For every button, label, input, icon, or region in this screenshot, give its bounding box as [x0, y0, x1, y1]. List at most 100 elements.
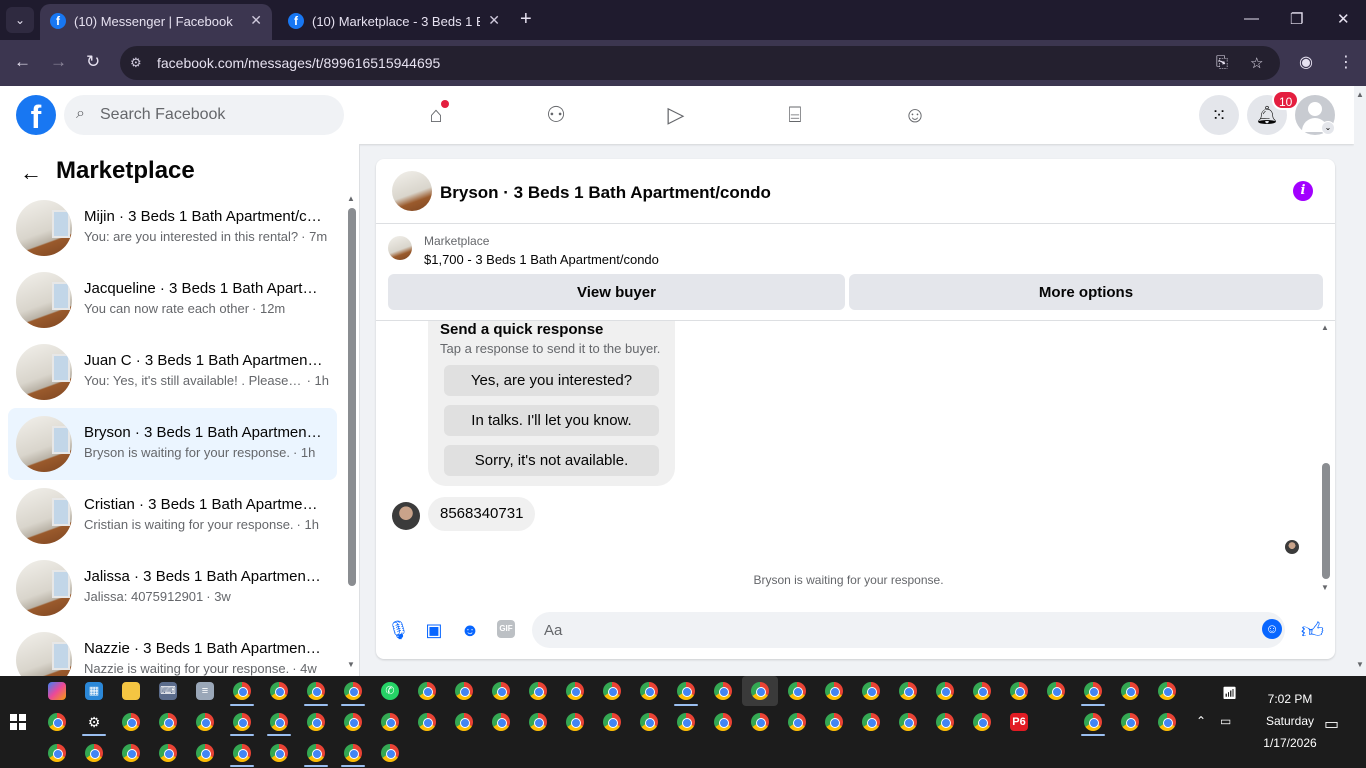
chrome-taskbar-icon[interactable] [603, 713, 621, 731]
chrome-taskbar-icon[interactable] [233, 682, 251, 700]
close-tab-icon[interactable]: ✕ [250, 12, 262, 29]
listing-title[interactable]: $1,700 - 3 Beds 1 Bath Apartment/condo [424, 252, 659, 267]
chrome-taskbar-icon[interactable] [529, 682, 547, 700]
scroll-down-arrow-icon[interactable]: ▼ [347, 660, 355, 669]
chrome-taskbar-icon[interactable] [825, 713, 843, 731]
scroll-up-arrow-icon[interactable]: ▲ [1356, 90, 1364, 99]
browser-tab-marketplace[interactable]: f (10) Marketplace - 3 Beds 1 Bat ✕ [278, 4, 510, 40]
video-icon[interactable]: ▷ [661, 100, 691, 130]
chrome-taskbar-icon[interactable] [270, 744, 288, 762]
chrome-taskbar-icon[interactable] [196, 713, 214, 731]
quick-response-not-available-button[interactable]: Sorry, it's not available. [444, 445, 659, 476]
chrome-taskbar-icon[interactable] [233, 713, 251, 731]
chrome-taskbar-icon[interactable] [1010, 682, 1028, 700]
address-bar[interactable]: ⚙ facebook.com/messages/t/89961651594469… [120, 46, 1280, 80]
tray-chevron-up-icon[interactable]: ⌃ [1196, 714, 1206, 728]
back-arrow-icon[interactable]: ← [20, 160, 42, 186]
facebook-logo-icon[interactable]: f [16, 95, 56, 135]
conversation-item-juan[interactable]: Juan C · 3 Beds 1 Bath Apartment/condo Y… [8, 336, 337, 408]
conversation-item-jalissa[interactable]: Jalissa · 3 Beds 1 Bath Apartment/condo … [8, 552, 337, 624]
keyboard-icon[interactable]: ⌨ [159, 682, 177, 700]
chat-title[interactable]: Bryson · 3 Beds 1 Bath Apartment/condo [440, 183, 771, 203]
scroll-down-arrow-icon[interactable]: ▼ [1321, 583, 1329, 592]
menu-grid-icon[interactable]: ⁙ [1199, 95, 1239, 135]
chrome-taskbar-icon[interactable] [1084, 682, 1102, 700]
chrome-taskbar-icon[interactable] [455, 713, 473, 731]
chrome-taskbar-icon[interactable] [122, 744, 140, 762]
restore-icon[interactable]: ❐ [1290, 10, 1303, 28]
chrome-taskbar-icon[interactable] [1158, 682, 1176, 700]
conversation-item-jacqueline[interactable]: Jacqueline · 3 Beds 1 Bath Apartment/con… [8, 264, 337, 336]
chrome-taskbar-icon[interactable] [677, 682, 695, 700]
friends-icon[interactable]: ⚇ [541, 100, 571, 130]
wifi-icon[interactable]: 📶︎ [1222, 686, 1237, 700]
sender-avatar[interactable] [392, 502, 420, 530]
chrome-taskbar-icon[interactable] [492, 682, 510, 700]
message-bubble[interactable]: 8568340731 [428, 497, 536, 531]
install-app-icon[interactable]: ⎘ [1216, 54, 1228, 71]
view-buyer-button[interactable]: View buyer [388, 274, 845, 310]
scrollbar-thumb[interactable] [348, 208, 356, 586]
chrome-taskbar-icon[interactable] [973, 713, 991, 731]
scroll-up-arrow-icon[interactable]: ▲ [1321, 323, 1329, 332]
quick-response-in-talks-button[interactable]: In talks. I'll let you know. [444, 405, 659, 436]
info-icon[interactable]: i [1293, 181, 1313, 201]
facebook-search[interactable]: ⌕ [64, 95, 344, 135]
notepad-icon[interactable]: ≡ [196, 682, 214, 700]
chrome-taskbar-icon[interactable] [381, 744, 399, 762]
chrome-taskbar-icon[interactable] [381, 713, 399, 731]
sticker-icon[interactable]: ☻ [459, 619, 481, 641]
chrome-taskbar-icon[interactable] [418, 713, 436, 731]
chrome-taskbar-icon[interactable] [936, 682, 954, 700]
chrome-taskbar-icon[interactable] [270, 713, 288, 731]
chrome-taskbar-icon[interactable] [196, 744, 214, 762]
p6-app-icon[interactable]: P6 [1010, 713, 1028, 731]
chrome-taskbar-icon[interactable] [640, 682, 658, 700]
clock-time[interactable]: 7:02 PM [1240, 692, 1340, 706]
chrome-taskbar-icon[interactable] [270, 682, 288, 700]
chrome-taskbar-icon[interactable] [307, 713, 325, 731]
chrome-taskbar-icon[interactable] [640, 713, 658, 731]
minimize-icon[interactable]: — [1244, 10, 1259, 27]
emoji-icon[interactable]: ☺ [1262, 619, 1282, 639]
chrome-taskbar-icon[interactable] [936, 713, 954, 731]
chrome-taskbar-icon[interactable] [714, 682, 732, 700]
photo-icon[interactable]: ▣ [423, 619, 445, 641]
site-settings-icon[interactable]: ⚙ [130, 55, 142, 71]
chrome-taskbar-icon[interactable] [677, 713, 695, 731]
new-tab-plus-icon[interactable]: + [520, 8, 532, 31]
chrome-taskbar-icon[interactable] [1158, 713, 1176, 731]
scroll-up-arrow-icon[interactable]: ▲ [347, 194, 355, 203]
more-options-button[interactable]: More options [849, 274, 1323, 310]
conversation-item-cristian[interactable]: Cristian · 3 Beds 1 Bath Apartment/condo… [8, 480, 337, 552]
conversation-item-mijin[interactable]: Mijin · 3 Beds 1 Bath Apartment/condo Yo… [8, 192, 337, 264]
copilot-icon[interactable] [48, 682, 66, 700]
file-explorer-icon[interactable] [122, 682, 140, 700]
groups-icon[interactable]: ☺ [900, 100, 930, 130]
windows-start-icon[interactable] [10, 714, 26, 730]
chrome-taskbar-icon[interactable] [825, 682, 843, 700]
chrome-taskbar-icon[interactable] [85, 744, 103, 762]
tab-search-chevron-icon[interactable]: ⌄ [6, 7, 34, 33]
chrome-taskbar-icon[interactable] [788, 682, 806, 700]
chrome-taskbar-icon[interactable] [566, 682, 584, 700]
sidebar-scrollbar[interactable]: ▲ ▼ [346, 194, 356, 672]
chat-scrollbar[interactable]: ▲ ▼ [1321, 323, 1331, 593]
chrome-taskbar-icon[interactable] [122, 713, 140, 731]
chat-listing-thumbnail[interactable] [392, 171, 432, 211]
chrome-taskbar-icon[interactable] [418, 682, 436, 700]
account-avatar[interactable]: ⌄ [1295, 95, 1335, 135]
scroll-down-arrow-icon[interactable]: ▼ [1356, 660, 1364, 669]
chrome-taskbar-icon[interactable] [862, 713, 880, 731]
gif-icon[interactable]: GIF [497, 620, 515, 638]
chrome-taskbar-icon[interactable] [307, 682, 325, 700]
browser-tab-messenger[interactable]: f (10) Messenger | Facebook ✕ [40, 4, 272, 40]
facebook-search-input[interactable] [100, 95, 336, 135]
chrome-taskbar-icon[interactable] [899, 682, 917, 700]
chrome-taskbar-icon[interactable] [492, 713, 510, 731]
chrome-taskbar-icon[interactable] [899, 713, 917, 731]
chrome-taskbar-icon[interactable] [455, 682, 473, 700]
chrome-taskbar-icon[interactable] [159, 713, 177, 731]
chrome-taskbar-icon[interactable] [1047, 682, 1065, 700]
chrome-taskbar-icon[interactable] [751, 682, 769, 700]
